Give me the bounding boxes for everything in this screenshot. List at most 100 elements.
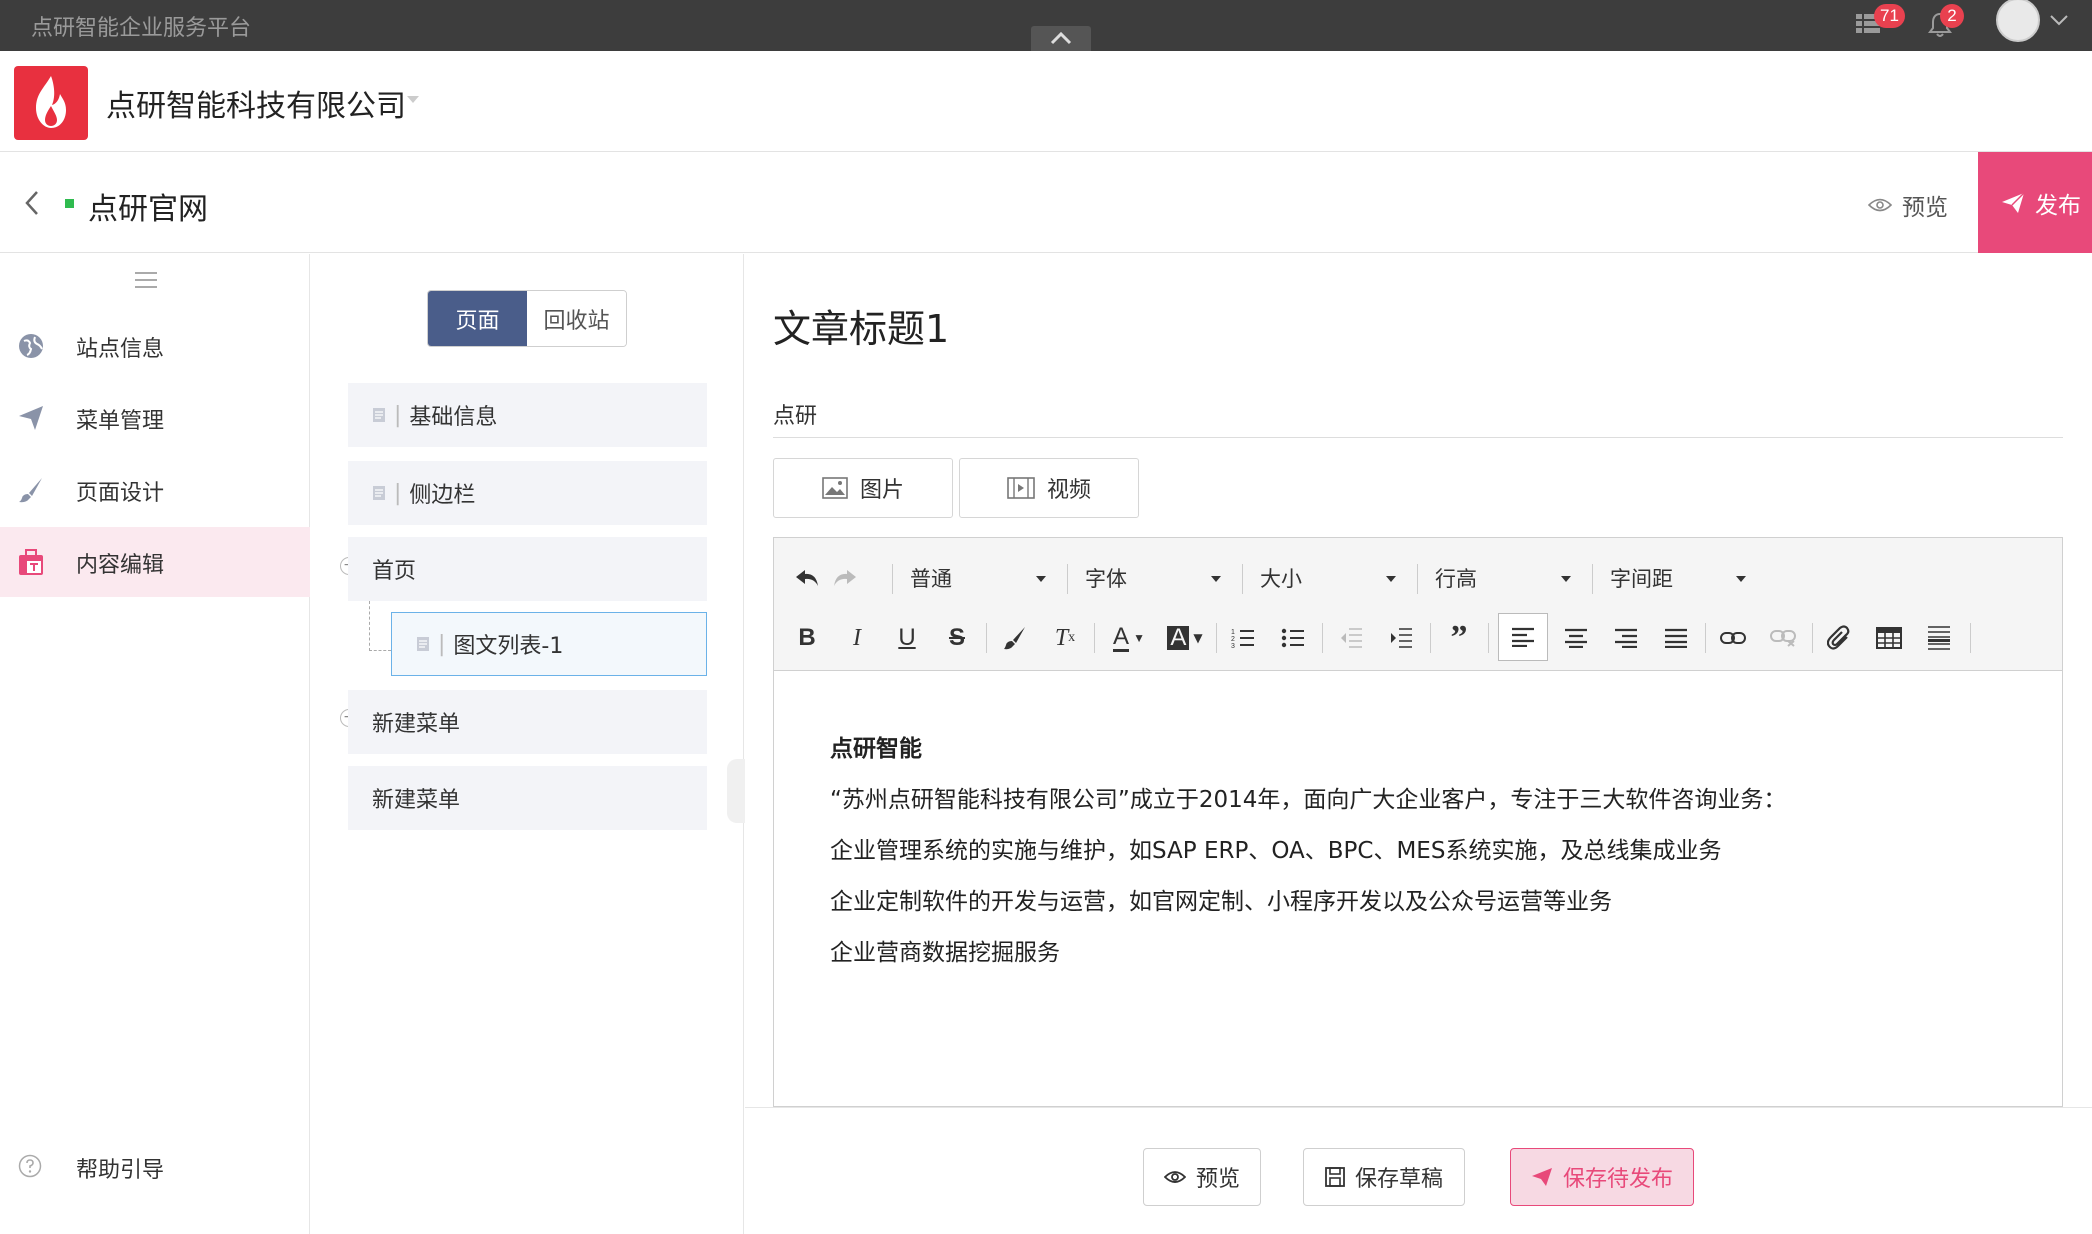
save-publish-button[interactable]: 保存待发布 [1510,1148,1694,1206]
sidebar-item-label: 页面设计 [76,481,165,506]
chevron-down-icon[interactable] [2049,14,2069,26]
editor-content[interactable]: 点研智能 “苏州点研智能科技有限公司”成立于2014年，面向广大企业客户，专注于… [830,724,1786,979]
help-icon [18,1154,42,1178]
align-justify-button[interactable] [1659,618,1693,658]
tab-pages[interactable]: 页面 [428,291,527,346]
article-title[interactable]: 文章标题1 [773,298,949,353]
link-button[interactable] [1716,618,1750,658]
align-left-button[interactable] [1498,613,1548,661]
hamburger-icon[interactable] [134,270,158,290]
horizontal-rule-button[interactable] [1922,618,1956,658]
bullet-list-icon [1281,628,1304,648]
brush-icon [1004,627,1025,650]
panel-resize-handle[interactable] [727,759,745,823]
line-height-value: 行高 [1435,567,1477,591]
back-icon[interactable] [24,190,40,216]
strikethrough-button[interactable]: S [940,618,974,658]
underline-button[interactable]: U [890,618,924,658]
redo-button[interactable] [828,558,862,598]
sidebar-item-label: 内容编辑 [76,553,165,578]
send-icon [2002,191,2025,213]
tree-node-home[interactable]: 首页 [348,537,707,601]
content-paragraph: 企业管理系统的实施与维护，如SAP ERP、OA、BPC、MES系统实施，及总线… [830,838,1722,864]
sidebar-item-help[interactable]: 帮助引导 [0,1132,310,1202]
tree-node[interactable]: | 基础信息 [348,383,707,447]
outdent-button[interactable] [1334,618,1368,658]
content-paragraph: 企业定制软件的开发与运营，如官网定制、小程序开发以及公众号运营等业务 [830,889,1612,915]
notification-badge: 2 [1940,4,1964,28]
collapse-header-button[interactable] [1031,26,1091,51]
sidebar-item-site-info[interactable]: 站点信息 [0,311,310,381]
attachment-button[interactable] [1822,618,1856,658]
preview-label: 预览 [1902,195,1948,221]
notification-button[interactable]: 2 [1928,4,1964,42]
svg-text:1: 1 [1231,629,1235,636]
insert-image-button[interactable]: 图片 [773,458,953,518]
line-height-dropdown[interactable]: 行高 [1435,558,1575,598]
tree-node-label: 基础信息 [409,405,498,430]
page-tree-panel: 页面 回收站 | 基础信息 | 侧边栏 − 首页 | 图文列表-1 + 新建菜单… [311,254,744,1234]
apps-badge: 71 [1874,4,1905,28]
background-color-button[interactable]: A ▼ [1162,618,1208,658]
caret-down-icon[interactable] [406,95,420,105]
format-dropdown[interactable]: 普通 [910,558,1050,598]
unordered-list-button[interactable] [1276,618,1310,658]
blockquote-button[interactable]: ” [1442,618,1476,658]
ordered-list-button[interactable]: 123 [1226,618,1260,658]
sidebar-item-content-edit[interactable]: 内容编辑 [0,527,310,597]
sidebar-item-page-design[interactable]: 页面设计 [0,455,310,525]
table-button[interactable] [1872,618,1906,658]
align-center-button[interactable] [1559,618,1593,658]
redo-icon [834,570,856,586]
unlink-button[interactable] [1766,618,1800,658]
company-name[interactable]: 点研智能科技有限公司 [106,81,406,125]
author-field[interactable]: 点研 [773,398,2063,438]
align-left-icon [1512,627,1534,647]
video-icon [1007,477,1035,499]
save-draft-button[interactable]: 保存草稿 [1303,1148,1465,1206]
sidebar-item-label: 菜单管理 [76,409,165,434]
font-dropdown[interactable]: 字体 [1085,558,1225,598]
status-dot [65,199,74,208]
letter-spacing-value: 字间距 [1610,567,1673,591]
format-value: 普通 [910,567,952,591]
format-painter-button[interactable] [998,618,1032,658]
italic-button[interactable]: I [840,618,874,658]
svg-text:3: 3 [1231,643,1235,649]
document-icon [373,486,385,500]
align-right-button[interactable] [1609,618,1643,658]
tree-node[interactable]: 新建菜单 [348,766,707,830]
letter-spacing-dropdown[interactable]: 字间距 [1610,558,1750,598]
align-right-icon [1615,628,1637,648]
site-bar: 点研官网 预览 发布 [0,152,2092,253]
brush-icon [19,478,42,503]
indent-button[interactable] [1384,618,1418,658]
ordered-list-icon: 123 [1231,629,1254,649]
align-justify-icon [1665,628,1687,648]
table-icon [1876,627,1902,649]
sidebar-item-menu-manage[interactable]: 菜单管理 [0,383,310,453]
flame-icon [36,76,66,128]
tab-recycle-bin[interactable]: 回收站 [527,291,626,346]
eye-icon [1868,198,1892,212]
undo-button[interactable] [790,558,824,598]
font-color-button[interactable]: A ▼ [1106,618,1152,658]
tree-node-label: 新建菜单 [372,712,461,737]
clear-format-button[interactable]: Tx [1048,618,1082,658]
company-logo [14,66,88,140]
tree-node[interactable]: 新建菜单 [348,690,707,754]
publish-button[interactable]: 发布 [1978,152,2092,253]
tree-node-selected[interactable]: | 图文列表-1 [391,612,707,676]
tree-node[interactable]: | 侧边栏 [348,461,707,525]
caret-down-icon [1211,576,1221,582]
tree-tab-switch: 页面 回收站 [427,290,627,347]
avatar[interactable] [1996,0,2040,42]
preview-button[interactable]: 预览 [1143,1148,1261,1206]
preview-button[interactable]: 预览 [1868,188,1948,222]
apps-button[interactable]: 71 [1856,4,1905,38]
size-dropdown[interactable]: 大小 [1260,558,1400,598]
link-icon [1720,632,1746,644]
insert-video-button[interactable]: 视频 [959,458,1139,518]
image-button-label: 图片 [859,478,904,503]
bold-button[interactable]: B [790,618,824,658]
